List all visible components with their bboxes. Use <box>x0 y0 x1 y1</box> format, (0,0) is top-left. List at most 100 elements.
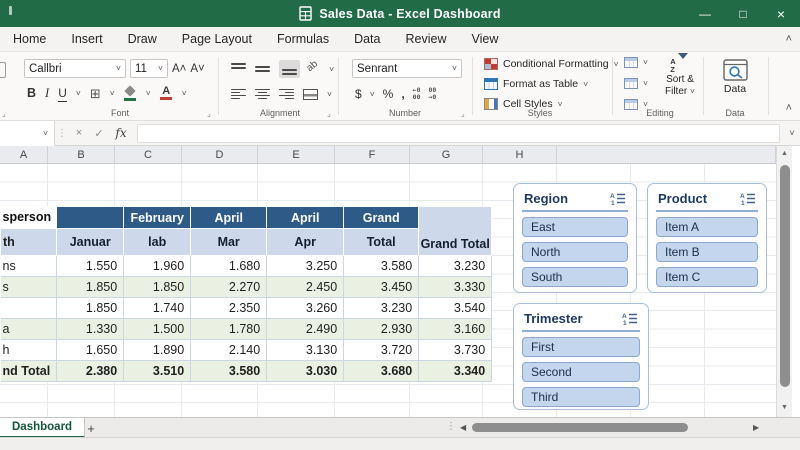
close-button[interactable]: × <box>762 0 800 27</box>
tab-data[interactable]: Data <box>354 32 380 46</box>
chevron-down-icon[interactable]: ˅ <box>329 65 334 74</box>
pivot-header-cell[interactable]: April <box>190 206 268 229</box>
align-top-icon[interactable] <box>231 60 246 78</box>
pivot-header-cell[interactable]: Grand <box>343 206 420 229</box>
value-cell[interactable]: 2.490 <box>266 318 345 340</box>
value-cell[interactable]: 2.140 <box>190 339 268 361</box>
maximize-button[interactable]: □ <box>724 0 762 27</box>
row-label-cell[interactable]: nd Total <box>0 360 58 382</box>
value-cell[interactable]: 3.540 <box>418 297 493 319</box>
chevron-down-icon[interactable]: ˅ <box>327 90 332 99</box>
column-header-a[interactable]: A <box>0 146 48 163</box>
value-cell[interactable]: 3.720 <box>343 339 420 361</box>
fill-color-icon[interactable] <box>123 84 137 101</box>
pivot-corner-cell[interactable]: th <box>0 228 58 256</box>
tab-home[interactable]: Home <box>13 32 46 46</box>
vertical-scrollbar[interactable]: ▲ ▼ <box>776 146 792 417</box>
editing-tool-1[interactable]: ˅ <box>624 57 648 68</box>
slicer-item[interactable]: Item B <box>656 242 758 262</box>
column-header-h[interactable]: H <box>483 146 557 163</box>
tab-draw[interactable]: Draw <box>128 32 157 46</box>
value-cell[interactable]: 3.340 <box>418 360 493 382</box>
decrease-font-size-button[interactable]: A˅ <box>190 60 204 78</box>
slicer-item[interactable]: South <box>522 267 628 287</box>
row-label-cell[interactable] <box>0 297 58 319</box>
clipboard-dialog-launcher[interactable]: ⌟ <box>2 109 6 118</box>
slicer-multiselect-icon[interactable]: A1 <box>610 192 626 205</box>
pivot-subheader-cell[interactable]: Total <box>343 228 420 256</box>
data-type-button[interactable]: Data <box>715 59 755 95</box>
row-label-cell[interactable]: ns <box>0 255 58 277</box>
format-as-table-button[interactable]: Format as Table ˅ <box>484 78 588 90</box>
slicer-item[interactable]: East <box>522 217 628 237</box>
scroll-up-icon[interactable]: ▲ <box>777 146 792 161</box>
align-center-icon[interactable] <box>255 85 270 103</box>
merge-center-icon[interactable] <box>303 85 318 103</box>
value-cell[interactable]: 1.850 <box>123 276 192 298</box>
conditional-formatting-button[interactable]: Conditional Formatting ˅ <box>484 58 619 70</box>
chevron-down-icon[interactable]: ˅ <box>146 89 151 98</box>
value-cell[interactable]: 3.580 <box>343 255 420 277</box>
pivot-header-cell[interactable] <box>56 206 125 229</box>
minimize-button[interactable]: — <box>686 0 724 27</box>
number-format-combo[interactable]: Senrant ˅ <box>352 59 462 78</box>
slicer-item[interactable]: Item C <box>656 267 758 287</box>
slicer-multiselect-icon[interactable]: A1 <box>622 312 638 325</box>
value-cell[interactable]: 1.550 <box>56 255 125 277</box>
font-size-combo[interactable]: 11 ˅ <box>130 59 168 78</box>
font-dialog-launcher[interactable]: ⌟ <box>207 109 211 118</box>
text-orientation-icon[interactable]: ab <box>305 59 325 80</box>
value-cell[interactable]: 2.270 <box>190 276 268 298</box>
value-cell[interactable]: 3.510 <box>123 360 192 382</box>
horizontal-scroll-thumb[interactable] <box>472 423 688 432</box>
insert-function-icon[interactable]: fx <box>109 126 133 140</box>
value-cell[interactable]: 3.250 <box>266 255 345 277</box>
percent-format-button[interactable]: % <box>383 85 394 103</box>
column-header-c[interactable]: C <box>115 146 182 163</box>
value-cell[interactable]: 1.960 <box>123 255 192 277</box>
pivot-subheader-cell[interactable]: Mar <box>190 228 268 256</box>
value-cell[interactable]: 3.260 <box>266 297 345 319</box>
scroll-down-icon[interactable]: ▼ <box>777 400 792 415</box>
row-label-cell[interactable]: s <box>0 276 58 298</box>
value-cell[interactable]: 3.330 <box>418 276 493 298</box>
value-cell[interactable]: 1.680 <box>190 255 268 277</box>
sheet-grid[interactable]: sperson February April April Grand Grand… <box>0 164 776 417</box>
alignment-dialog-launcher[interactable]: ⌟ <box>327 109 331 118</box>
sheet-tab-dashboard[interactable]: Dashboard <box>0 418 86 438</box>
slicer-item[interactable]: First <box>522 337 640 357</box>
enter-icon[interactable]: ✓ <box>89 127 109 140</box>
name-box[interactable]: ˅ <box>0 120 55 146</box>
pivot-corner-cell[interactable]: sperson <box>0 206 57 229</box>
align-middle-icon[interactable] <box>255 60 270 78</box>
value-cell[interactable]: 1.330 <box>56 318 125 340</box>
row-label-cell[interactable]: h <box>0 339 58 361</box>
font-color-icon[interactable]: A <box>160 84 173 102</box>
tab-review[interactable]: Review <box>405 32 446 46</box>
cancel-icon[interactable]: × <box>69 127 89 139</box>
chevron-down-icon[interactable]: ˅ <box>110 89 115 98</box>
pivot-header-cell[interactable]: April <box>266 206 345 229</box>
bold-button[interactable]: B <box>27 84 36 102</box>
expand-formula-bar-chevron-icon[interactable]: ˅ <box>784 128 800 138</box>
underline-button[interactable]: U <box>58 84 67 102</box>
pivot-subheader-cell[interactable]: lab <box>123 228 192 256</box>
font-name-combo[interactable]: Callbri ˅ <box>24 59 126 78</box>
number-dialog-launcher[interactable]: ⌟ <box>461 109 465 118</box>
currency-format-button[interactable]: $ <box>355 85 362 103</box>
pivot-grand-total-header[interactable]: Grand Total <box>418 206 493 256</box>
value-cell[interactable]: 1.890 <box>123 339 192 361</box>
column-header-g[interactable]: G <box>410 146 483 163</box>
scroll-right-icon[interactable]: ▶ <box>753 423 759 432</box>
row-label-cell[interactable]: a <box>0 318 58 340</box>
value-cell[interactable]: 3.450 <box>343 276 420 298</box>
italic-button[interactable]: I <box>45 84 49 102</box>
value-cell[interactable]: 3.030 <box>266 360 345 382</box>
value-cell[interactable]: 3.730 <box>418 339 493 361</box>
align-left-icon[interactable] <box>231 85 246 103</box>
increase-font-size-button[interactable]: A˄ <box>172 60 186 78</box>
slicer-item[interactable]: Second <box>522 362 640 382</box>
align-bottom-icon[interactable] <box>279 60 300 78</box>
collapse-ribbon-chevron-icon[interactable]: ˄ <box>786 102 792 114</box>
align-right-icon[interactable] <box>279 85 294 103</box>
